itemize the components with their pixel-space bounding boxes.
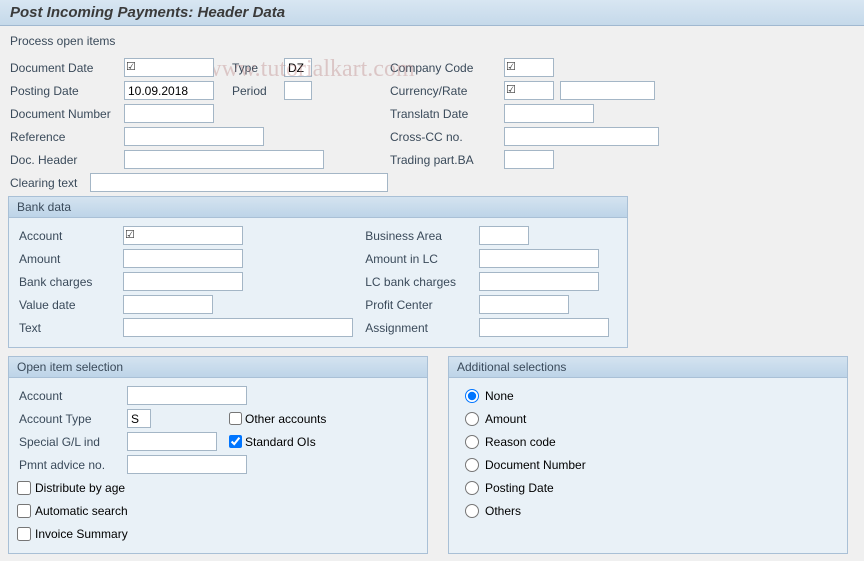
pmnt-advice-label: Pmnt advice no. [17, 458, 127, 472]
business-area-input[interactable] [479, 226, 529, 245]
profit-center-input[interactable] [479, 295, 569, 314]
open-item-title: Open item selection [9, 357, 427, 378]
translatn-date-label: Translatn Date [388, 107, 504, 121]
distribute-by-age-label: Distribute by age [35, 481, 125, 495]
add-amount-label: Amount [485, 412, 526, 426]
doc-number-radio[interactable] [465, 458, 479, 472]
reference-input[interactable] [124, 127, 264, 146]
other-accounts-label: Other accounts [245, 412, 326, 426]
none-radio[interactable] [465, 389, 479, 403]
additional-selections-group: Additional selections None Amount Reason… [448, 356, 848, 554]
document-date-input[interactable] [124, 58, 214, 77]
type-label: Type [232, 61, 284, 75]
distribute-by-age-checkbox[interactable] [17, 481, 31, 495]
amount-input[interactable] [123, 249, 243, 268]
invoice-summary-label: Invoice Summary [35, 527, 128, 541]
type-input[interactable] [284, 58, 312, 77]
bank-charges-label: Bank charges [17, 275, 123, 289]
invoice-summary-checkbox[interactable] [17, 527, 31, 541]
other-accounts-checkbox[interactable] [229, 412, 242, 425]
period-input[interactable] [284, 81, 312, 100]
bank-text-label: Text [17, 321, 123, 335]
lc-bank-charges-input[interactable] [479, 272, 599, 291]
automatic-search-label: Automatic search [35, 504, 128, 518]
company-code-input[interactable] [504, 58, 554, 77]
special-gl-label: Special G/L ind [17, 435, 127, 449]
value-date-input[interactable] [123, 295, 213, 314]
amount-lc-input[interactable] [479, 249, 599, 268]
document-number-input[interactable] [124, 104, 214, 123]
currency-rate-label: Currency/Rate [388, 84, 504, 98]
window-title: Post Incoming Payments: Header Data [0, 0, 864, 26]
posting-date-label: Posting Date [8, 84, 124, 98]
document-number-label: Document Number [8, 107, 124, 121]
oi-account-label: Account [17, 389, 127, 403]
bank-text-input[interactable] [123, 318, 353, 337]
clearing-text-input[interactable] [90, 173, 388, 192]
document-date-label: Document Date [8, 61, 124, 75]
amount-label: Amount [17, 252, 123, 266]
assignment-label: Assignment [363, 321, 479, 335]
open-item-selection-group: Open item selection Account Account Type… [8, 356, 428, 554]
account-type-input[interactable] [127, 409, 151, 428]
bank-data-group: Bank data Account ☑ Amount [8, 196, 628, 348]
additional-title: Additional selections [449, 357, 847, 378]
profit-center-label: Profit Center [363, 298, 479, 312]
doc-header-label: Doc. Header [8, 153, 124, 167]
trading-part-input[interactable] [504, 150, 554, 169]
account-type-label: Account Type [17, 412, 127, 426]
standard-ois-label: Standard OIs [245, 435, 316, 449]
process-open-items-link[interactable]: Process open items [10, 34, 115, 48]
clearing-text-label: Clearing text [8, 176, 90, 190]
period-label: Period [232, 84, 284, 98]
none-label: None [485, 389, 514, 403]
doc-header-input[interactable] [124, 150, 324, 169]
oi-account-input[interactable] [127, 386, 247, 405]
amount-radio[interactable] [465, 412, 479, 426]
cross-cc-input[interactable] [504, 127, 659, 146]
amount-lc-label: Amount in LC [363, 252, 479, 266]
pmnt-advice-input[interactable] [127, 455, 247, 474]
cross-cc-label: Cross-CC no. [388, 130, 504, 144]
lc-bank-charges-label: LC bank charges [363, 275, 479, 289]
bank-account-label: Account [17, 229, 123, 243]
add-doc-number-label: Document Number [485, 458, 586, 472]
reference-label: Reference [8, 130, 124, 144]
posting-date-input[interactable] [124, 81, 214, 100]
automatic-search-checkbox[interactable] [17, 504, 31, 518]
bank-charges-input[interactable] [123, 272, 243, 291]
business-area-label: Business Area [363, 229, 479, 243]
special-gl-input[interactable] [127, 432, 217, 451]
others-label: Others [485, 504, 521, 518]
company-code-label: Company Code [388, 61, 504, 75]
trading-part-label: Trading part.BA [388, 153, 504, 167]
bank-data-title: Bank data [9, 197, 627, 218]
reason-code-radio[interactable] [465, 435, 479, 449]
translatn-date-input[interactable] [504, 104, 594, 123]
value-date-label: Value date [17, 298, 123, 312]
others-radio[interactable] [465, 504, 479, 518]
assignment-input[interactable] [479, 318, 609, 337]
add-posting-date-label: Posting Date [485, 481, 554, 495]
standard-ois-checkbox[interactable] [229, 435, 242, 448]
bank-account-input[interactable] [123, 226, 243, 245]
posting-date-radio[interactable] [465, 481, 479, 495]
reason-code-label: Reason code [485, 435, 556, 449]
currency-input[interactable] [504, 81, 554, 100]
rate-input[interactable] [560, 81, 655, 100]
